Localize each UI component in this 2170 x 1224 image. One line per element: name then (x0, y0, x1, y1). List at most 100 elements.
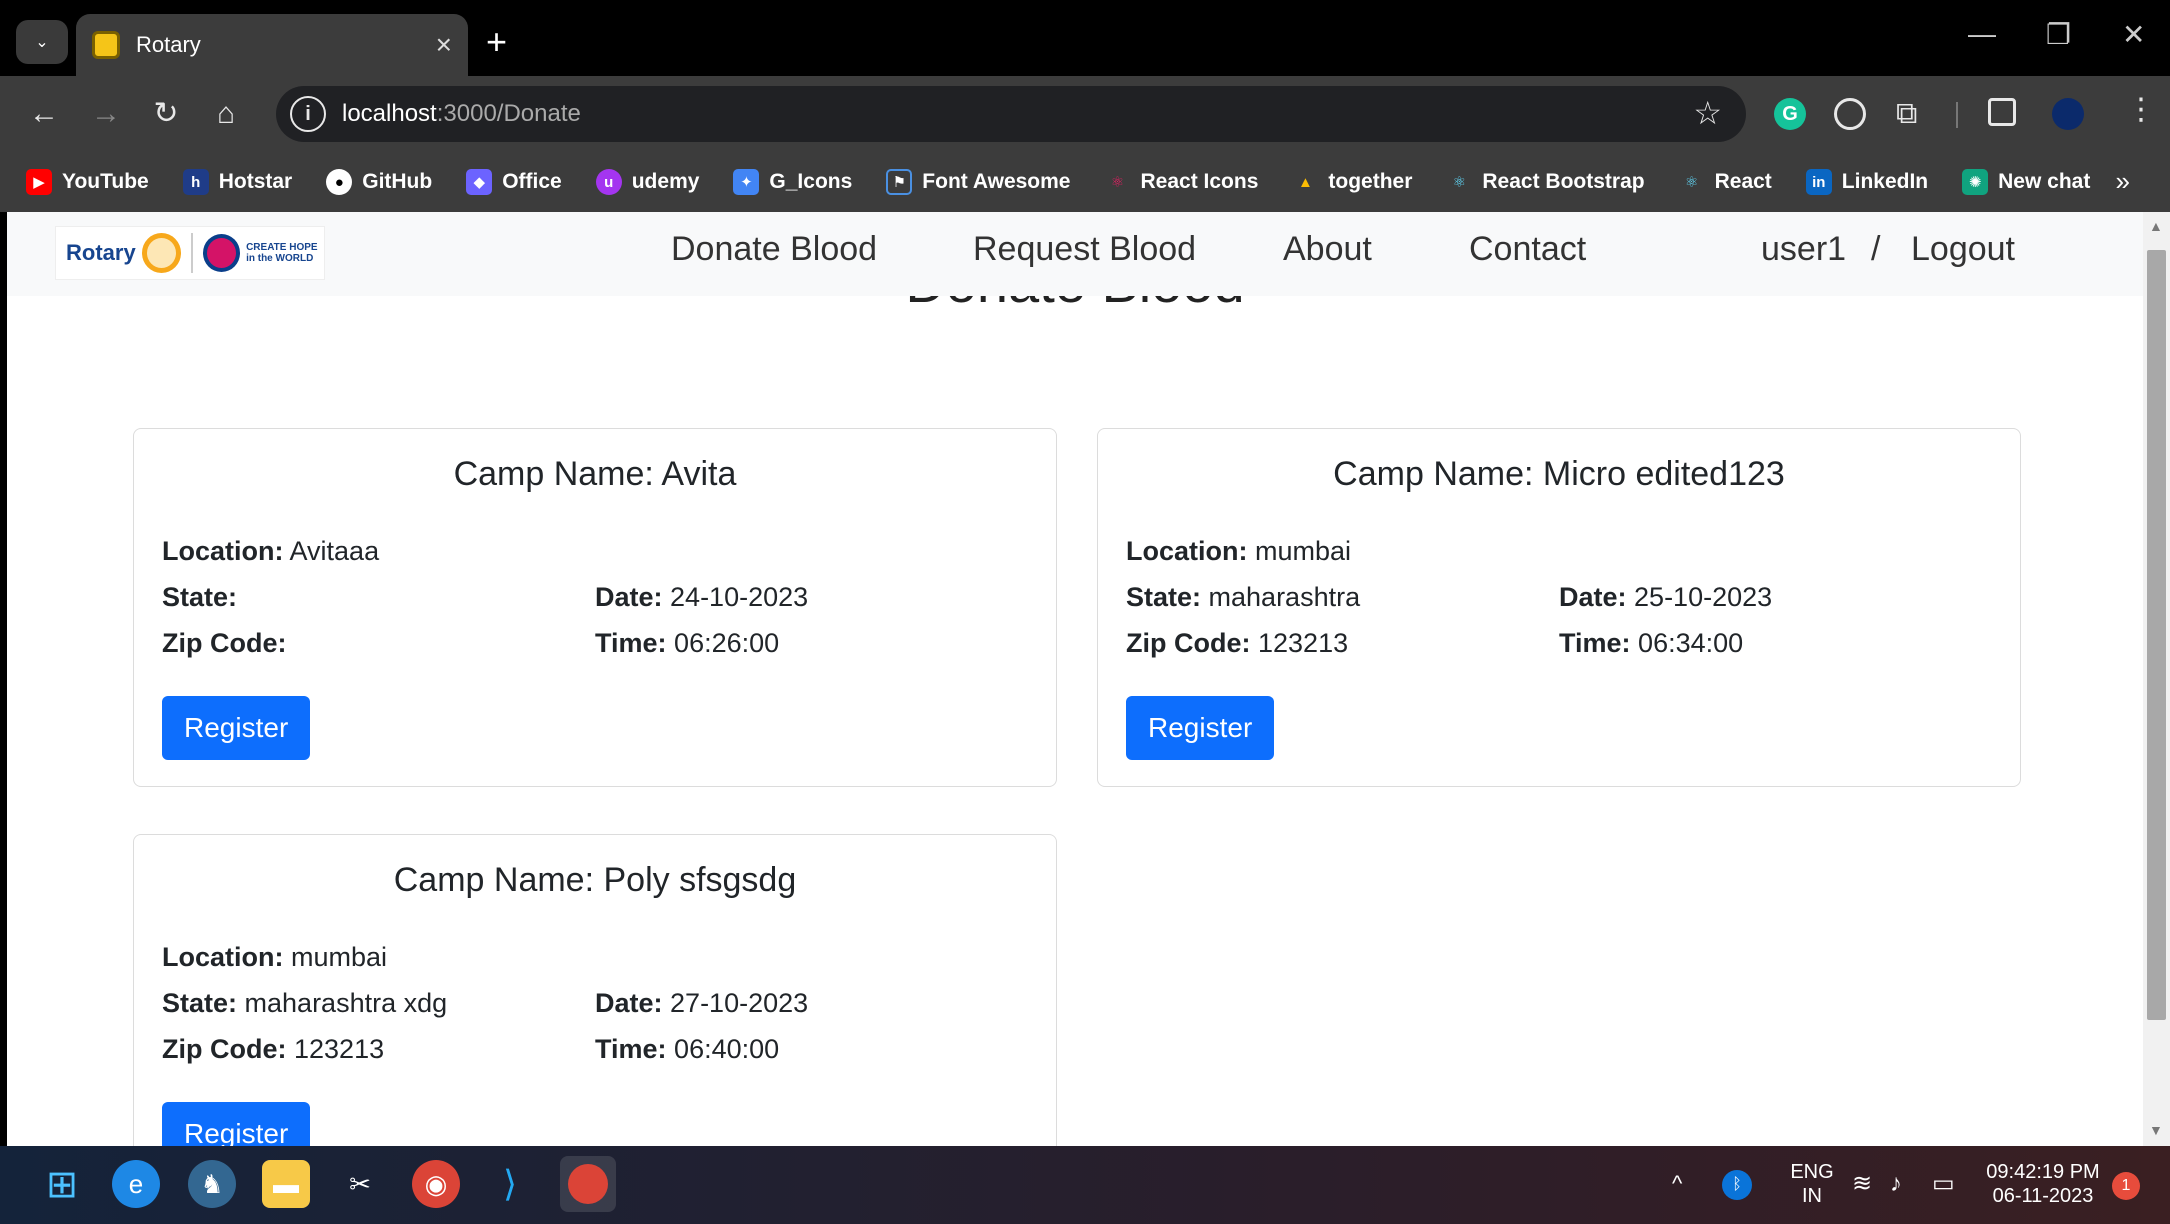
file-explorer-icon[interactable]: ▬ (262, 1160, 310, 1208)
rotary-logo[interactable]: Rotary CREATE HOPE in the WORLD (55, 226, 325, 280)
location-value: Avitaaa (289, 535, 380, 566)
browser-tab-strip: ⌄ Rotary × + — ❐ ✕ (0, 0, 2170, 76)
bookmarks-bar: ▶ YouTube h Hotstar ● GitHub ◆ Office u udemy… (0, 152, 2170, 212)
bookmark-udemy[interactable]: u udemy (595, 169, 699, 195)
reload-icon[interactable]: ↻ (146, 94, 186, 134)
tab-close-icon[interactable]: × (436, 29, 452, 61)
edge-icon[interactable]: e (112, 1160, 160, 1208)
github-icon: ● (326, 169, 353, 195)
new-tab-button[interactable]: + (486, 20, 507, 64)
wifi-icon[interactable]: ≋ (1852, 1172, 1872, 1196)
register-button[interactable]: Register (1126, 696, 1275, 760)
bookmark-hotstar[interactable]: h Hotstar (182, 169, 292, 195)
udemy-icon: u (595, 169, 622, 195)
zip-value: 123213 (1258, 627, 1349, 658)
state-label: State: (162, 987, 238, 1018)
notification-badge[interactable]: 1 (2112, 1172, 2140, 1200)
postgres-icon[interactable]: ♞ (188, 1160, 236, 1208)
windows-start-icon[interactable]: ⊞ (38, 1160, 86, 1208)
bluetooth-icon[interactable]: ᛒ (1722, 1170, 1752, 1200)
address-bar[interactable]: i localhost:3000/Donate ☆ (276, 86, 1746, 142)
linkedin-icon: in (1805, 169, 1832, 195)
record-extension-icon[interactable] (1834, 98, 1866, 130)
drive-icon: ▲ (1297, 173, 1313, 191)
location-value: mumbai (1255, 535, 1352, 566)
chatgpt-icon: ✺ (1962, 169, 1989, 195)
bookmark-font-awesome[interactable]: ⚑ Font Awesome (886, 169, 1071, 195)
zip-label: Zip Code: (162, 1033, 287, 1064)
nav-request-blood[interactable]: Request Blood (973, 230, 1196, 269)
state-label: State: (162, 581, 238, 612)
home-icon[interactable]: ⌂ (206, 94, 246, 134)
url-host: localhost (342, 100, 437, 127)
bookmark-together[interactable]: ▲ together (1292, 169, 1412, 195)
forward-arrow-icon[interactable]: → (86, 94, 126, 134)
bookmark-star-icon[interactable]: ☆ (1693, 94, 1722, 132)
react-icons-icon: ⚛ (1110, 174, 1125, 191)
date-value: 25-10-2023 (1634, 581, 1773, 612)
bookmark-react-icons[interactable]: ⚛ React Icons (1105, 169, 1259, 195)
rotary-favicon-icon (92, 31, 120, 59)
time-value: 06:26:00 (674, 627, 780, 658)
chrome-profile-icon[interactable] (560, 1156, 616, 1212)
zip-label: Zip Code: (1126, 627, 1251, 658)
camp-name: Camp Name: Avita (453, 455, 737, 493)
chrome-icon[interactable]: ◉ (412, 1160, 460, 1208)
nav-donate-blood[interactable]: Donate Blood (671, 230, 877, 269)
language-indicator[interactable]: ENG IN (1780, 1160, 1844, 1208)
nav-about[interactable]: About (1283, 230, 1372, 269)
nav-logout[interactable]: Logout (1911, 230, 2015, 269)
grammarly-extension-icon[interactable]: G (1774, 98, 1806, 130)
scroll-up-icon[interactable]: ▲ (2149, 218, 2163, 234)
bookmark-office[interactable]: ◆ Office (466, 169, 562, 195)
scroll-thumb[interactable] (2147, 250, 2166, 1020)
page-scrollbar[interactable]: ▲ ▼ (2143, 212, 2170, 1146)
system-clock[interactable]: 09:42:19 PM 06-11-2023 (1982, 1160, 2104, 1208)
bookmark-linkedin[interactable]: in LinkedIn (1805, 169, 1928, 195)
browser-menu-icon[interactable]: ⋮ (2126, 92, 2156, 127)
state-label: State: (1126, 581, 1202, 612)
battery-icon[interactable]: ▭ (1932, 1172, 1955, 1196)
volume-icon[interactable]: ♪ (1890, 1172, 1902, 1196)
restore-icon[interactable]: ❐ (2046, 18, 2071, 51)
url-path: :3000/Donate (436, 100, 581, 127)
date-label: Date: (1559, 581, 1627, 612)
bookmark-github[interactable]: ● GitHub (326, 169, 432, 195)
tab-search-button[interactable]: ⌄ (16, 20, 68, 64)
windows-taskbar: ⊞ e ♞ ▬ ✂ ◉ ⟩ ^ ᛒ ENG IN ≋ ♪ ▭ 09:42:19 P… (0, 1146, 2170, 1224)
bookmark-react-bootstrap[interactable]: ⚛ React Bootstrap (1446, 169, 1645, 195)
snipping-tool-icon[interactable]: ✂ (336, 1160, 384, 1208)
profile-avatar[interactable] (2052, 98, 2084, 130)
g-icons-icon: ✦ (733, 169, 760, 195)
create-hope-icon (202, 234, 241, 272)
zip-value: 123213 (294, 1033, 385, 1064)
bookmarks-overflow-icon[interactable]: » (2116, 166, 2130, 197)
bookmark-new-chat[interactable]: ✺ New chat (1962, 169, 2090, 195)
window-close-icon[interactable]: ✕ (2122, 18, 2145, 51)
bookmark-youtube[interactable]: ▶ YouTube (26, 169, 149, 195)
scroll-down-icon[interactable]: ▼ (2149, 1122, 2163, 1138)
bookmark-react[interactable]: ⚛ React (1679, 169, 1772, 195)
office-icon: ◆ (466, 169, 493, 195)
nav-separator: / (1871, 230, 1881, 268)
browser-tab[interactable]: Rotary × (76, 14, 468, 76)
time-label: Time: (595, 627, 667, 658)
date-label: Date: (595, 987, 663, 1018)
tray-chevron-icon[interactable]: ^ (1672, 1172, 1682, 1196)
minimize-icon[interactable]: — (1968, 18, 1996, 50)
side-panel-icon[interactable] (1988, 98, 2016, 126)
tab-title: Rotary (136, 32, 201, 57)
extensions-puzzle-icon[interactable]: ⧉ (1896, 98, 1928, 130)
register-button[interactable]: Register (162, 1102, 311, 1146)
time-label: Time: (1559, 627, 1631, 658)
vscode-icon[interactable]: ⟩ (486, 1160, 534, 1208)
nav-username[interactable]: user1 (1761, 230, 1846, 269)
register-button[interactable]: Register (162, 696, 311, 760)
bookmark-g-icons[interactable]: ✦ G_Icons (733, 169, 852, 195)
state-value: maharashtra (1208, 581, 1361, 612)
back-arrow-icon[interactable]: ← (24, 94, 64, 134)
nav-contact[interactable]: Contact (1469, 230, 1586, 269)
hotstar-icon: h (182, 169, 209, 195)
site-info-icon[interactable]: i (290, 96, 326, 132)
time-value: 06:40:00 (674, 1033, 780, 1064)
